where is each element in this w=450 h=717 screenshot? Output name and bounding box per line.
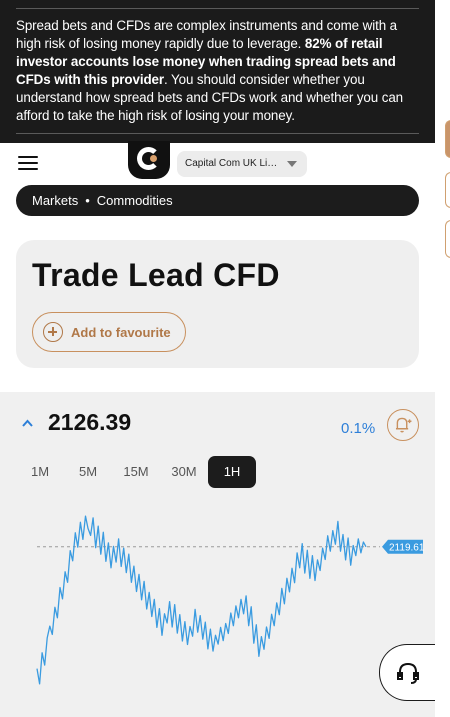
- chevron-down-icon: [287, 161, 297, 167]
- instrument-title-card: Trade Lead CFD Add to favourite: [16, 240, 419, 368]
- timeframe-5m[interactable]: 5M: [64, 456, 112, 488]
- current-price: 2126.39: [48, 409, 132, 435]
- price-line-chart[interactable]: 2119.61: [0, 502, 435, 709]
- banner-bottom-divider: [16, 133, 419, 134]
- support-chat-button[interactable]: [379, 644, 435, 701]
- breadcrumb-item-markets[interactable]: Markets: [32, 193, 78, 208]
- breadcrumb-separator: •: [85, 193, 90, 208]
- hamburger-menu-icon[interactable]: [18, 156, 38, 171]
- timeframe-1m[interactable]: 1M: [16, 456, 64, 488]
- price-chart-panel: 2126.39 0.1% 1M 5M 15M 30M 1H 2119.61: [0, 392, 435, 717]
- breadcrumb-item-commodities[interactable]: Commodities: [97, 193, 173, 208]
- bell-plus-icon: [395, 417, 412, 433]
- timeframe-1h[interactable]: 1H: [208, 456, 256, 488]
- plus-circle-icon: [43, 322, 63, 342]
- risk-warning-text: Spread bets and CFDs are complex instrum…: [16, 17, 418, 125]
- timeframe-15m[interactable]: 15M: [112, 456, 160, 488]
- add-to-favourite-label: Add to favourite: [71, 324, 171, 340]
- capital-com-logo[interactable]: [128, 141, 170, 179]
- entity-select-dropdown[interactable]: Capital Com UK Lim…: [177, 151, 307, 177]
- entity-select-value: Capital Com UK Lim…: [185, 158, 286, 169]
- current-price-tag-label: 2119.61: [389, 542, 425, 553]
- price-series-line: [36, 515, 367, 685]
- chevron-up-icon[interactable]: [21, 417, 34, 430]
- timeframe-30m[interactable]: 30M: [160, 456, 208, 488]
- top-navigation-bar: Capital Com UK Lim…: [0, 141, 435, 183]
- page-title: Trade Lead CFD: [32, 257, 280, 293]
- price-alert-button[interactable]: [387, 409, 419, 441]
- add-to-favourite-button[interactable]: Add to favourite: [32, 312, 186, 352]
- headset-icon: [397, 662, 419, 684]
- breadcrumb: Markets • Commodities: [16, 185, 419, 216]
- banner-top-divider: [16, 8, 419, 9]
- risk-warning-banner: Spread bets and CFDs are complex instrum…: [0, 0, 435, 143]
- side-tab-primary[interactable]: [445, 120, 450, 158]
- timeframe-selector: 1M 5M 15M 30M 1H: [16, 456, 256, 488]
- side-tab-tertiary[interactable]: [445, 220, 450, 258]
- price-change-percent: 0.1%: [341, 420, 376, 437]
- side-tab-secondary[interactable]: [445, 172, 450, 208]
